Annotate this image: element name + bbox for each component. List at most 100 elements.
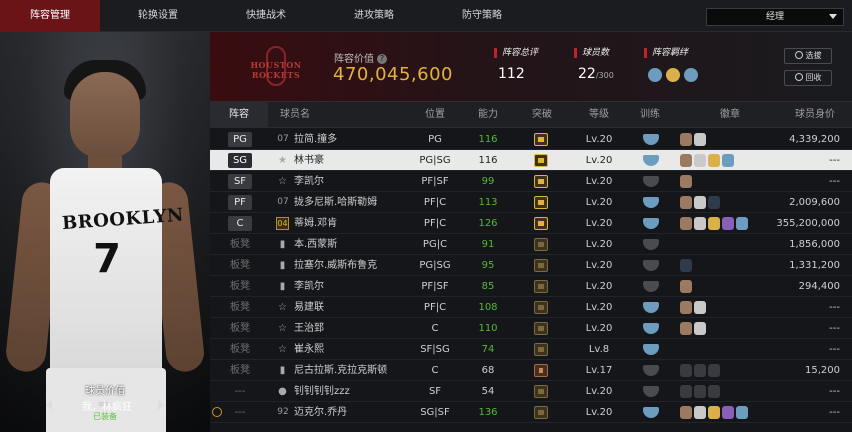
badge-icon[interactable] [722,406,734,419]
col-breakout[interactable]: 突破 [522,102,562,128]
player-name[interactable]: 李凯尔 [294,171,404,192]
player-name[interactable]: 崔永熙 [294,339,404,360]
training-icon[interactable] [643,134,659,145]
badge-icon[interactable] [708,364,720,377]
col-ability[interactable]: 能力 [468,102,508,128]
select-button[interactable]: 选拔 [784,48,832,64]
player-name[interactable]: 本.西蒙斯 [294,234,404,255]
badge-icon[interactable] [694,301,706,314]
table-row[interactable]: SF ☆ 李凯尔 PF|SF 99 Lv.20 --- [210,171,852,192]
breakout-icon[interactable] [534,154,548,167]
badge-icon[interactable] [680,154,692,167]
col-price[interactable]: 球员身价 [780,102,850,128]
player-name[interactable]: 拢多尼斯.哈斯勒姆 [294,192,404,213]
table-row[interactable]: --- ● 钊钊钊钊zzz SF 54 Lv.20 --- [210,381,852,402]
player-name[interactable]: 王治郅 [294,318,404,339]
breakout-icon[interactable] [534,322,548,335]
training-icon[interactable] [643,386,659,397]
badge-icon[interactable] [680,196,692,209]
badge-icon[interactable] [708,154,720,167]
badge-icon[interactable] [694,217,706,230]
table-row[interactable]: PG 07 拉简.撞多 PG 116 Lv.20 4,339,200 [210,129,852,150]
table-row[interactable]: --- 92 迈克尔.乔丹 SG|SF 136 Lv.20 --- [210,402,852,423]
badge-icon[interactable] [680,385,692,398]
table-row[interactable]: PF 07 拢多尼斯.哈斯勒姆 PF|C 113 Lv.20 2,009,600 [210,192,852,213]
badge-icon[interactable] [680,280,692,293]
breakout-icon[interactable] [534,133,548,146]
tab-lineup[interactable]: 阵容管理 [0,0,100,32]
col-training[interactable]: 训练 [630,102,670,128]
training-icon[interactable] [643,365,659,376]
player-name[interactable]: 拉简.撞多 [294,129,404,150]
breakout-icon[interactable] [534,364,548,377]
badge-icon[interactable] [680,322,692,335]
player-name[interactable]: 蒂姆.邓肯 [294,213,404,234]
info-icon[interactable]: ? [377,54,387,64]
tab-quick-tactics[interactable]: 快捷战术 [216,0,316,32]
breakout-icon[interactable] [534,238,548,251]
badge-icon[interactable] [680,133,692,146]
badge-icon[interactable] [680,301,692,314]
badge-icon[interactable] [680,406,692,419]
training-icon[interactable] [643,260,659,271]
training-icon[interactable] [643,344,659,355]
breakout-icon[interactable] [534,385,548,398]
breakout-icon[interactable] [534,175,548,188]
breakout-icon[interactable] [534,406,548,419]
slot-badge[interactable]: C [228,216,252,231]
badge-icon[interactable] [694,385,706,398]
table-row[interactable]: 板凳 ☆ 易建联 PF|C 108 Lv.20 --- [210,297,852,318]
badge-icon[interactable] [694,364,706,377]
breakout-icon[interactable] [534,343,548,356]
tab-offense[interactable]: 进攻策略 [324,0,424,32]
slot-badge[interactable]: SG [228,153,252,168]
slot-badge[interactable]: PF [228,195,252,210]
badge-icon[interactable] [680,217,692,230]
breakout-icon[interactable] [534,280,548,293]
training-icon[interactable] [643,218,659,229]
badge-icon[interactable] [722,154,734,167]
breakout-icon[interactable] [534,259,548,272]
breakout-icon[interactable] [534,301,548,314]
badge-icon[interactable] [680,259,692,272]
table-row[interactable]: 板凳 ▮ 拉塞尔.威斯布鲁克 PG|SG 95 Lv.20 1,331,200 [210,255,852,276]
player-name[interactable]: 李凯尔 [294,276,404,297]
slot-badge[interactable]: PG [228,132,252,147]
training-icon[interactable] [643,197,659,208]
training-icon[interactable] [643,239,659,250]
player-name[interactable]: 钊钊钊钊zzz [294,381,404,402]
badge-icon[interactable] [708,406,720,419]
badge-icon[interactable] [694,196,706,209]
tab-rotation[interactable]: 轮换设置 [108,0,208,32]
player-name[interactable]: 林书豪 [294,150,404,171]
training-icon[interactable] [643,176,659,187]
breakout-icon[interactable] [534,196,548,209]
synergy-icon-3[interactable] [684,68,698,82]
badge-icon[interactable] [694,133,706,146]
table-row[interactable]: C 04 蒂姆.邓肯 PF|C 126 Lv.20 355,200,000 [210,213,852,234]
table-row[interactable]: 板凳 ▮ 本.西蒙斯 PG|C 91 Lv.20 1,856,000 [210,234,852,255]
training-icon[interactable] [643,281,659,292]
col-level[interactable]: 等级 [574,102,624,128]
slot-badge[interactable]: SF [228,174,252,189]
arrow-right-icon[interactable] [158,400,164,410]
table-row[interactable]: 板凳 ☆ 王治郅 C 110 Lv.20 --- [210,318,852,339]
badge-icon[interactable] [722,217,734,230]
badge-icon[interactable] [694,406,706,419]
training-icon[interactable] [643,302,659,313]
table-row[interactable]: 板凳 ▮ 李凯尔 PF|SF 85 Lv.20 294,400 [210,276,852,297]
breakout-icon[interactable] [534,217,548,230]
training-icon[interactable] [643,155,659,166]
table-row[interactable]: SG ★ 林书豪 PG|SG 116 Lv.20 --- [210,150,852,171]
tab-defense[interactable]: 防守策略 [432,0,532,32]
role-dropdown[interactable]: 经理 [706,8,844,26]
player-name[interactable]: 拉塞尔.威斯布鲁克 [294,255,404,276]
arrow-left-icon[interactable] [46,400,52,410]
table-row[interactable]: 板凳 ☆ 崔永熙 SF|SG 74 Lv.8 --- [210,339,852,360]
badge-icon[interactable] [680,175,692,188]
player-name[interactable]: 尼古拉斯.克拉克斯顿 [294,360,404,381]
badge-icon[interactable] [694,154,706,167]
synergy-icon-2[interactable] [666,68,680,82]
training-icon[interactable] [643,407,659,418]
col-lineup[interactable]: 阵容 [210,102,268,128]
